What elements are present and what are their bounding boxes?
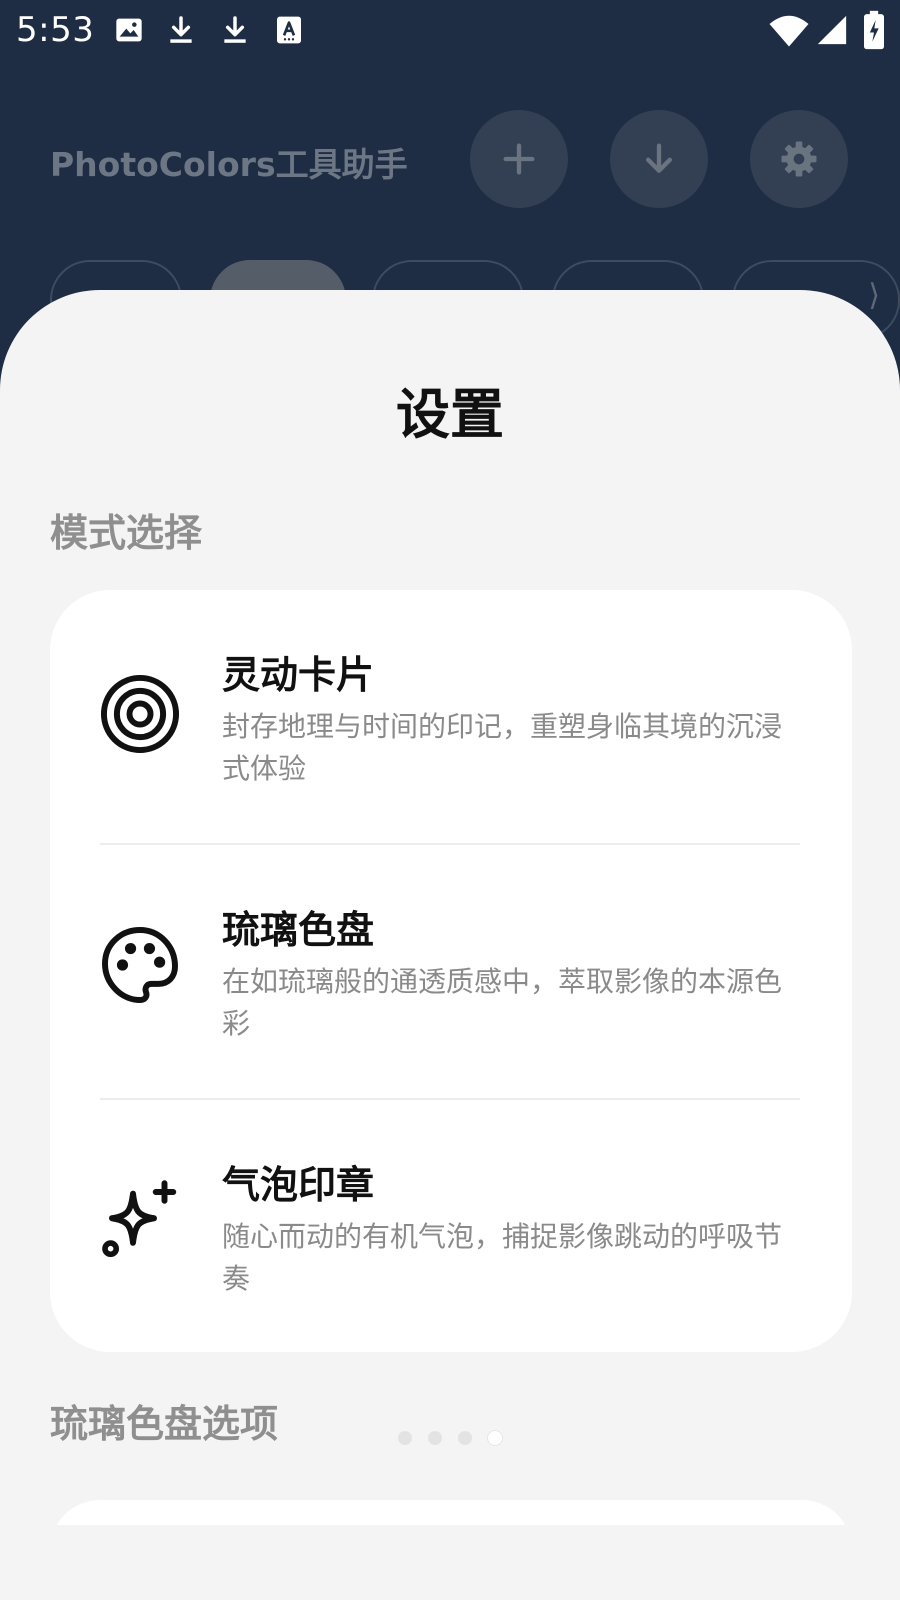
mode-item-glass-palette[interactable]: 琉璃色盘 在如琉璃般的通透质感中，萃取影像的本源色彩	[50, 845, 852, 1100]
download-icon	[219, 14, 251, 46]
page-indicator	[398, 1431, 502, 1445]
download-icon	[165, 14, 197, 46]
plus-icon	[499, 139, 539, 179]
options-card	[50, 1500, 852, 1525]
settings-button[interactable]	[750, 110, 848, 208]
mode-title: 气泡印章	[222, 1163, 375, 1207]
mode-item-dynamic-card[interactable]: 灵动卡片 封存地理与时间的印记，重塑身临其境的沉浸式体验	[50, 590, 852, 845]
mode-section-label: 模式选择	[50, 511, 203, 555]
wifi-icon	[768, 12, 810, 48]
navigation-area	[0, 1525, 900, 1600]
battery-charging-icon	[862, 10, 886, 50]
arrow-down-icon	[639, 139, 679, 179]
sheet-title: 设置	[396, 383, 504, 446]
page-dot-active	[488, 1431, 502, 1445]
font-icon	[273, 14, 305, 46]
mode-item-bubble-stamp[interactable]: 气泡印章 随心而动的有机气泡，捕捉影像跳动的呼吸节奏	[50, 1100, 852, 1355]
mode-title: 灵动卡片	[222, 653, 375, 697]
screen: 5:53 PhotoColors工具助手 ⟩ 设置 模式选择 灵动卡片 封存地理…	[0, 0, 900, 1600]
target-icon	[98, 672, 182, 756]
status-bar: 5:53	[0, 0, 900, 62]
download-button[interactable]	[610, 110, 708, 208]
sparkle-icon	[98, 1178, 182, 1262]
palette-icon	[98, 923, 182, 1007]
app-title: PhotoColors工具助手	[50, 145, 408, 184]
mode-description: 封存地理与时间的印记，重塑身临其境的沉浸式体验	[222, 710, 783, 785]
image-icon	[113, 14, 145, 46]
gear-icon	[779, 139, 819, 179]
mode-card: 灵动卡片 封存地理与时间的印记，重塑身临其境的沉浸式体验 琉璃色盘 在如琉璃般的…	[50, 590, 852, 1352]
mode-description: 在如琉璃般的通透质感中，萃取影像的本源色彩	[222, 965, 783, 1040]
page-dot	[398, 1431, 412, 1445]
mode-description: 随心而动的有机气泡，捕捉影像跳动的呼吸节奏	[222, 1220, 783, 1295]
status-time: 5:53	[16, 10, 95, 50]
signal-icon	[815, 13, 849, 47]
settings-sheet: 设置 模式选择 灵动卡片 封存地理与时间的印记，重塑身临其境的沉浸式体验 琉璃色…	[0, 290, 900, 1525]
options-section-label: 琉璃色盘选项	[50, 1402, 279, 1446]
chip-glyph: ⟩	[868, 278, 880, 313]
page-dot	[428, 1431, 442, 1445]
page-dot	[458, 1431, 472, 1445]
mode-title: 琉璃色盘	[222, 908, 375, 952]
add-button[interactable]	[470, 110, 568, 208]
